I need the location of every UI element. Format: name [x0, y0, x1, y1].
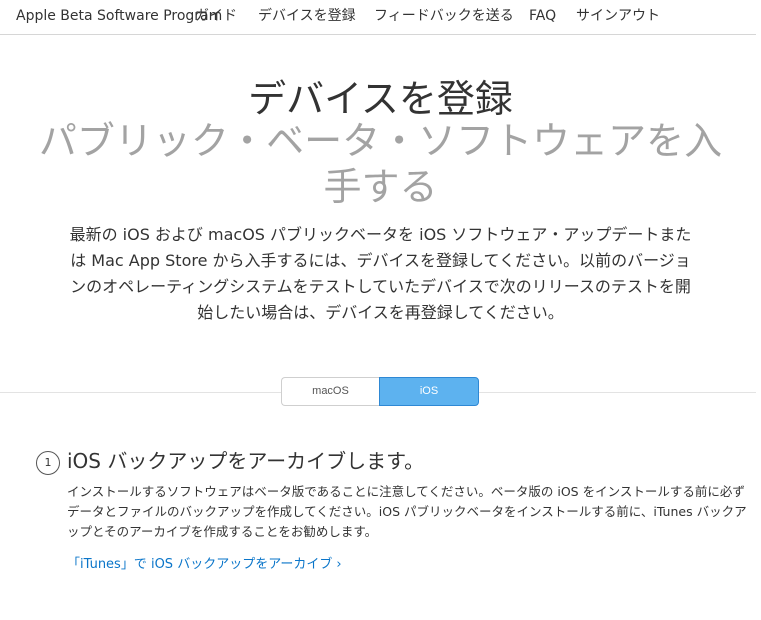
step-title: iOS バックアップをアーカイブします。 [67, 449, 425, 473]
nav-item-send-feedback[interactable]: フィードバックを送る [374, 0, 514, 35]
chevron-right-icon: › [336, 557, 342, 572]
archive-backup-link[interactable]: 「iTunes」で iOS バックアップをアーカイブ › [67, 555, 342, 575]
page-subtitle: パブリック・ベータ・ソフトウェアを入手する [38, 119, 723, 209]
nav-item-sign-out[interactable]: サインアウト [576, 0, 660, 35]
nav-item-register-device[interactable]: デバイスを登録 [258, 0, 356, 35]
platform-segmented-control: macOS iOS [281, 377, 479, 406]
step-number-badge: 1 [36, 451, 60, 475]
intro-text: 最新の iOS および macOS パブリックベータを iOS ソフトウェア・ア… [69, 225, 692, 322]
nav-brand[interactable]: Apple Beta Software Program [16, 0, 222, 35]
page-title: デバイスを登録 [248, 77, 513, 121]
segment-macos[interactable]: macOS [281, 377, 379, 406]
nav-item-faq[interactable]: FAQ [529, 0, 556, 35]
nav-divider [0, 34, 756, 35]
archive-backup-link-label: 「iTunes」で iOS バックアップをアーカイブ [67, 557, 333, 572]
step-description: インストールするソフトウェアはベータ版であることに注意してください。ベータ版の … [67, 484, 747, 539]
segment-ios[interactable]: iOS [379, 377, 479, 406]
top-nav: Apple Beta Software Program ガイド デバイスを登録 … [0, 0, 761, 35]
nav-item-guide[interactable]: ガイド [195, 0, 237, 35]
